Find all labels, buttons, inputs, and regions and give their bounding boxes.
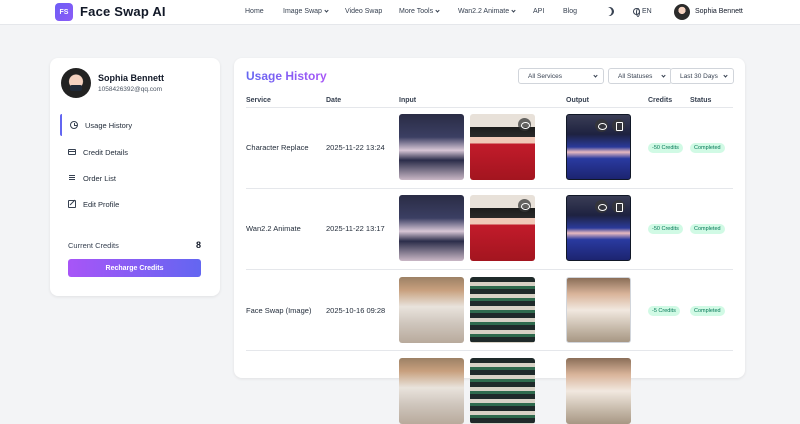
sidebar-item-label: Credit Details — [83, 147, 129, 157]
nav-more-tools-label: More Tools — [399, 8, 434, 15]
status-badge: Completed — [690, 306, 725, 316]
credits-badge: -5 Credits — [648, 306, 680, 316]
row-divider — [246, 269, 733, 270]
chevron-down-icon — [593, 73, 598, 78]
service-filter-select[interactable]: All Services — [518, 68, 604, 84]
eye-icon[interactable] — [518, 199, 531, 212]
credit-card-icon — [68, 149, 76, 155]
document-icon[interactable] — [612, 200, 625, 213]
input-image-face[interactable] — [470, 358, 535, 424]
brand-name[interactable]: Face Swap AI — [80, 4, 166, 19]
sidebar-item-label: Order List — [83, 173, 116, 183]
usage-history-panel: Usage History All Services All Statuses … — [234, 58, 745, 424]
current-credits-label: Current Credits — [68, 241, 119, 250]
input-image-source[interactable] — [399, 195, 464, 261]
credits-badge: -50 Credits — [648, 224, 683, 234]
profile-email: 1058426392@qq.com — [98, 86, 163, 93]
credits-badge: -50 Credits — [648, 143, 683, 153]
nav-wan-animate-label: Wan2.2 Animate — [458, 8, 510, 15]
eye-icon[interactable] — [595, 119, 608, 132]
column-header-credits: Credits — [648, 97, 673, 104]
eye-icon[interactable] — [518, 118, 531, 131]
status-filter-select[interactable]: All Statuses — [608, 68, 672, 84]
header-divider — [246, 107, 733, 108]
sidebar-item-edit-profile[interactable]: Edit Profile — [60, 193, 210, 215]
input-image-face[interactable] — [470, 114, 535, 180]
moon-icon[interactable] — [603, 5, 615, 17]
top-navbar: FS Face Swap AI Home Image Swap Video Sw… — [0, 0, 800, 25]
chevron-down-icon — [511, 8, 516, 13]
nav-home[interactable]: Home — [245, 8, 264, 15]
logo-badge[interactable]: FS — [55, 3, 73, 21]
column-header-status: Status — [690, 97, 712, 104]
eye-icon[interactable] — [595, 200, 608, 213]
row-service: Face Swap (Image) — [246, 306, 312, 315]
row-service: Wan2.2 Animate — [246, 224, 301, 233]
column-header-input: Input — [399, 97, 417, 104]
output-image[interactable] — [566, 358, 631, 424]
chevron-down-icon — [435, 8, 440, 13]
input-image-source[interactable] — [399, 277, 464, 343]
nav-api[interactable]: API — [533, 8, 544, 15]
avatar[interactable] — [674, 4, 690, 20]
current-credits-value: 8 — [195, 240, 201, 250]
language-selector[interactable]: EN — [642, 8, 652, 15]
input-image-face[interactable] — [470, 277, 535, 343]
row-divider — [246, 188, 733, 189]
input-image-face[interactable] — [470, 195, 535, 261]
row-service: Character Replace — [246, 143, 309, 152]
sidebar-item-credit-details[interactable]: Credit Details — [60, 141, 210, 163]
row-date: 2025-11-22 13:17 — [326, 224, 385, 233]
output-image[interactable] — [566, 277, 631, 343]
row-date: 2025-10-16 09:28 — [326, 306, 386, 315]
column-header-service: Service — [246, 97, 271, 104]
profile-name: Sophia Bennett — [98, 73, 165, 83]
status-badge: Completed — [690, 143, 725, 153]
status-filter-value: All Statuses — [618, 72, 653, 80]
status-badge: Completed — [690, 224, 725, 234]
nav-wan-animate[interactable]: Wan2.2 Animate — [458, 8, 516, 15]
profile-avatar — [61, 68, 91, 98]
output-image[interactable] — [566, 195, 631, 261]
column-header-date: Date — [326, 97, 342, 104]
nav-more-tools[interactable]: More Tools — [399, 8, 440, 15]
nav-image-swap-label: Image Swap — [283, 8, 322, 15]
service-filter-value: All Services — [528, 72, 562, 80]
chevron-down-icon — [723, 73, 728, 78]
sidebar-item-label: Edit Profile — [83, 199, 120, 209]
input-image-source[interactable] — [399, 358, 464, 424]
sidebar-item-label: Usage History — [85, 120, 133, 130]
nav-image-swap[interactable]: Image Swap — [283, 8, 329, 15]
list-icon — [68, 174, 76, 182]
globe-icon[interactable] — [633, 8, 640, 17]
header-user-name[interactable]: Sophia Bennett — [695, 8, 743, 15]
chevron-down-icon — [324, 8, 329, 13]
period-filter-select[interactable]: Last 30 Days — [670, 68, 734, 84]
nav-blog[interactable]: Blog — [563, 8, 577, 15]
row-date: 2025-11-22 13:24 — [326, 143, 385, 152]
account-sidebar: Sophia Bennett 1058426392@qq.com Usage H… — [50, 58, 220, 296]
chevron-down-icon — [661, 73, 666, 78]
nav-video-swap[interactable]: Video Swap — [345, 8, 382, 15]
input-image-source[interactable] — [399, 114, 464, 180]
column-header-output: Output — [566, 97, 589, 104]
edit-icon — [68, 200, 76, 208]
recharge-credits-button[interactable]: Recharge Credits — [68, 259, 201, 277]
clock-icon — [70, 121, 78, 129]
sidebar-item-order-list[interactable]: Order List — [60, 167, 210, 189]
period-filter-value: Last 30 Days — [680, 72, 718, 80]
output-image[interactable] — [566, 114, 631, 180]
page-title: Usage History — [246, 69, 327, 83]
sidebar-item-usage-history[interactable]: Usage History — [60, 114, 210, 136]
row-divider — [246, 350, 733, 351]
document-icon[interactable] — [612, 119, 625, 132]
